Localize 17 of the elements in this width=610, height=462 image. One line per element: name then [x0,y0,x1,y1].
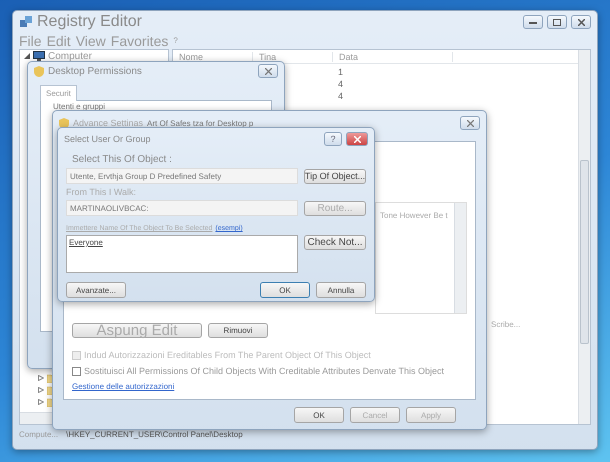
checkbox-label: Sostituisci All Permissions Of Child Objects With Creditable Attributes Denvate This Object [84,366,444,376]
table-cell: 4 [338,91,344,103]
field-label: From This I Walk: [66,187,138,197]
table-cell: 1 [338,67,344,79]
window-title: Registry Editor [37,13,142,31]
window-title: Select User Or Group [64,134,151,144]
table-cell: 4 [338,79,344,91]
tree-item-label: Computer [48,50,92,62]
status-text: \HKEY_CURRENT_USER\Control Panel\Desktop [66,430,243,438]
window-subtitle: Art Of Safes tza for Desktop p [147,118,254,128]
group-label: Utenti e gruppi [52,101,106,112]
window-title: Advance Settinas [73,118,144,128]
checkbox-label: Indud Autorizzazioni Ereditables From The Parent Object Of This Object [84,350,371,360]
window-title: Desktop Permissions [48,66,142,76]
field-label: Select This Of Object : [71,154,173,165]
value-text: Scribe... [491,320,522,329]
status-text: Compute... [19,430,58,438]
